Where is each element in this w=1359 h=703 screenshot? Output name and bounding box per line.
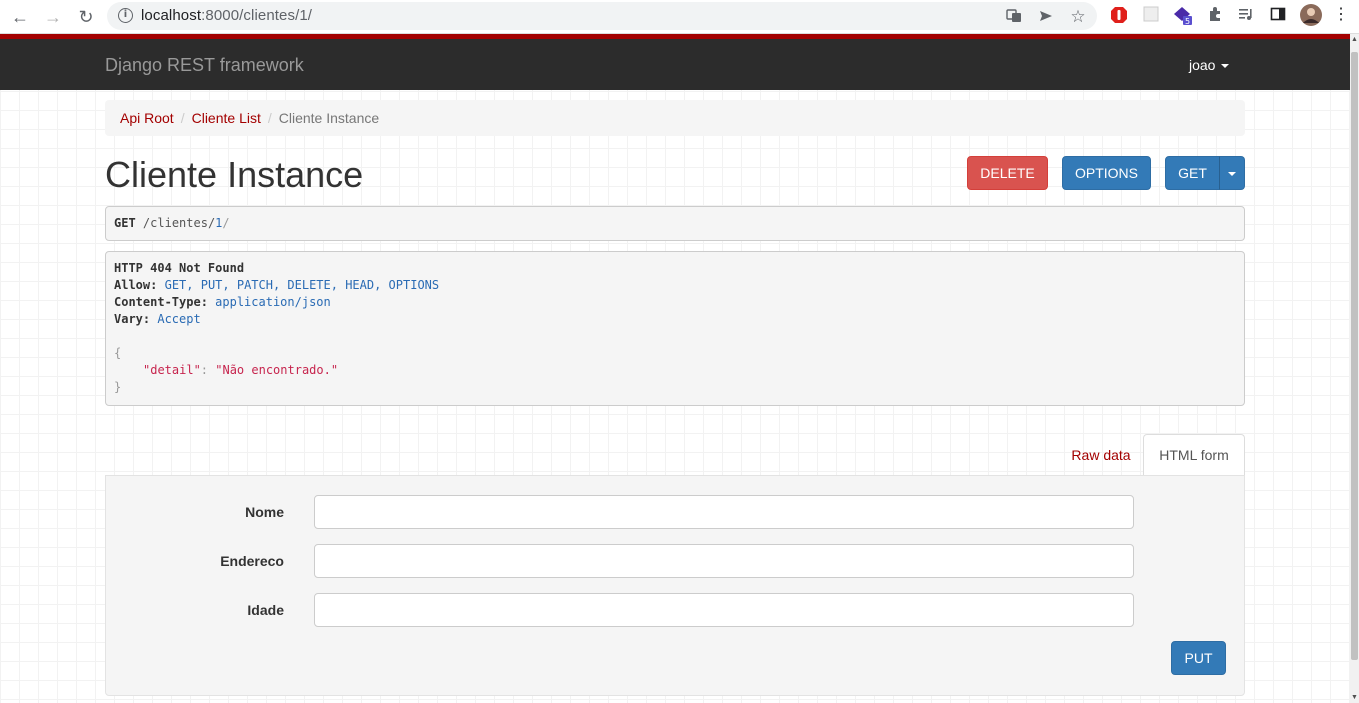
avatar[interactable]: [1300, 4, 1322, 26]
scroll-down-icon[interactable]: ▼: [1350, 694, 1359, 701]
breadcrumb-cliente-list[interactable]: Cliente List: [192, 110, 261, 126]
vary-value: Accept: [157, 312, 201, 326]
request-method: GET: [114, 216, 136, 230]
response-status: HTTP 404 Not Found: [114, 261, 245, 275]
adblock-icon[interactable]: [1110, 6, 1128, 24]
reading-list-icon[interactable]: [1237, 6, 1255, 24]
browser-toolbar: ← → ↻ i localhost:8000/clientes/1/ ☆ 5 ⋮: [0, 0, 1359, 34]
grid-extension-icon[interactable]: [1142, 6, 1160, 24]
scrollbar[interactable]: ▲ ▼: [1350, 34, 1359, 703]
breadcrumb-separator: /: [180, 110, 185, 126]
breadcrumb-separator: /: [267, 110, 272, 126]
page-title: Cliente Instance: [105, 154, 364, 195]
request-path-prefix: /clientes/: [142, 216, 216, 230]
scroll-up-icon[interactable]: ▲: [1350, 36, 1359, 43]
user-menu[interactable]: joao: [1189, 57, 1230, 73]
user-name: joao: [1189, 57, 1216, 73]
navbar: Django REST framework joao: [0, 34, 1350, 90]
endereco-input[interactable]: [314, 544, 1134, 578]
delete-button[interactable]: DELETE: [967, 156, 1048, 190]
translate-icon[interactable]: [1005, 8, 1023, 26]
json-close-brace: }: [114, 380, 122, 394]
nome-input[interactable]: [314, 495, 1134, 529]
tab-html-form[interactable]: HTML form: [1143, 434, 1245, 477]
form-tabs: Raw data HTML form: [105, 434, 1245, 477]
get-button[interactable]: GET: [1165, 156, 1220, 190]
allow-value: GET, PUT, PATCH, DELETE, HEAD, OPTIONS: [164, 278, 440, 292]
brand[interactable]: Django REST framework: [105, 55, 304, 76]
breadcrumb: Api Root / Cliente List / Cliente Instance: [105, 100, 1245, 136]
address-bar[interactable]: i localhost:8000/clientes/1/ ☆: [107, 2, 1097, 30]
options-button[interactable]: OPTIONS: [1062, 156, 1151, 190]
vary-key: Vary:: [114, 312, 151, 326]
tab-raw-data[interactable]: Raw data: [1059, 434, 1143, 476]
get-format-dropdown[interactable]: [1219, 156, 1245, 190]
reload-icon[interactable]: ↻: [74, 5, 98, 29]
idade-label: Idade: [247, 602, 284, 618]
nome-label: Nome: [245, 504, 284, 520]
endereco-label: Endereco: [220, 553, 284, 569]
allow-key: Allow:: [114, 278, 158, 292]
idade-input[interactable]: [314, 593, 1134, 627]
request-info: GET /clientes/1/: [105, 206, 1245, 241]
back-icon[interactable]: ←: [8, 5, 32, 29]
puzzle-icon[interactable]: [1206, 6, 1224, 24]
menu-icon[interactable]: ⋮: [1332, 6, 1350, 24]
side-panel-icon[interactable]: [1269, 6, 1287, 24]
scrollbar-thumb[interactable]: [1351, 52, 1358, 660]
breadcrumb-api-root[interactable]: Api Root: [120, 110, 174, 126]
request-path-suffix: /: [222, 216, 230, 230]
content-type-value: application/json: [215, 295, 331, 309]
json-key: "detail": [143, 363, 201, 377]
response-info: HTTP 404 Not Found Allow: GET, PUT, PATC…: [105, 251, 1245, 406]
url-text[interactable]: localhost:8000/clientes/1/: [141, 7, 312, 24]
put-button[interactable]: PUT: [1171, 641, 1226, 675]
breadcrumb-active: Cliente Instance: [278, 110, 380, 126]
caret-down-icon: [1221, 64, 1230, 69]
json-open-brace: {: [114, 346, 122, 360]
content-type-key: Content-Type:: [114, 295, 208, 309]
star-icon[interactable]: ☆: [1069, 8, 1087, 26]
page: Django REST framework joao Api Root / Clie…: [0, 34, 1350, 703]
json-value: "Não encontrado.": [215, 363, 339, 377]
caret-down-icon: [1228, 172, 1236, 177]
html-form: Nome Endereco Idade PUT: [105, 475, 1245, 696]
extension-badge: 5: [1185, 17, 1190, 26]
send-icon[interactable]: [1037, 8, 1055, 26]
extension-icon[interactable]: 5: [1173, 6, 1192, 26]
info-icon[interactable]: i: [118, 8, 133, 23]
forward-icon[interactable]: →: [41, 5, 65, 29]
json-colon: :: [200, 363, 216, 377]
